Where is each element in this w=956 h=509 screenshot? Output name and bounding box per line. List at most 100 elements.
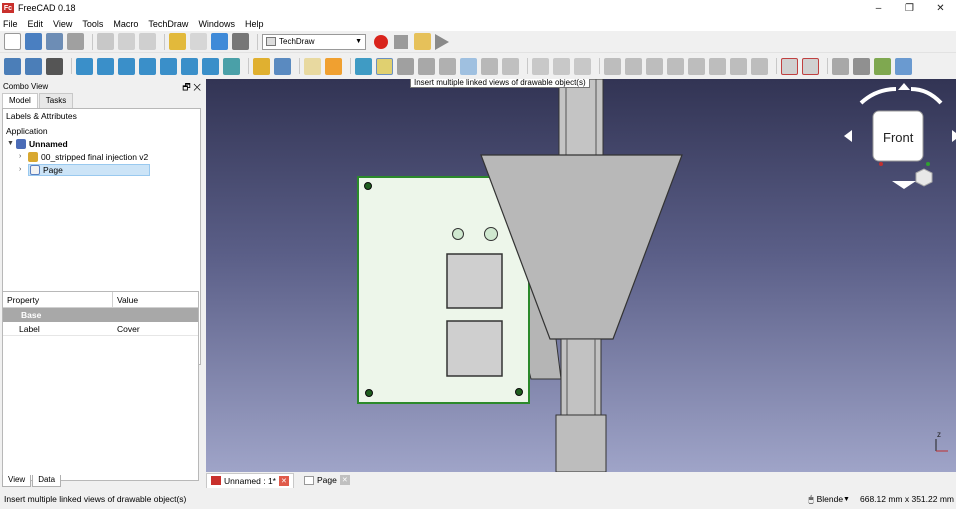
cut-icon[interactable] [97, 33, 114, 50]
arch-view-icon[interactable] [481, 57, 498, 75]
export-dxf-icon[interactable] [802, 57, 819, 75]
navigation-style-selector[interactable]: 🖱 Blende ▼ [808, 494, 850, 505]
nav-rotate-left-icon[interactable] [859, 87, 897, 105]
symbol-icon[interactable] [874, 57, 891, 75]
measure-icon[interactable] [223, 57, 240, 75]
view-left-icon[interactable] [202, 57, 219, 75]
menu-tools[interactable]: Tools [82, 19, 103, 29]
length-dimension-icon[interactable] [604, 57, 621, 75]
redo-icon[interactable] [190, 33, 207, 50]
open-file-icon[interactable] [25, 33, 42, 50]
close-icon[interactable]: ✕ [339, 475, 350, 485]
view-isometric-icon[interactable] [76, 57, 93, 75]
menu-help[interactable]: Help [245, 19, 264, 29]
tab-tasks[interactable]: Tasks [38, 93, 74, 108]
undo-icon[interactable] [169, 33, 186, 50]
projection-group-icon[interactable] [397, 57, 414, 75]
paste-icon[interactable] [139, 33, 156, 50]
menu-file[interactable]: File [3, 19, 18, 29]
3d-viewport[interactable]: Front z Insert multiple linked views of … [206, 79, 956, 472]
detail-view-icon[interactable] [439, 57, 456, 75]
vertical-dimension-icon[interactable] [646, 57, 663, 75]
chevron-right-icon[interactable]: › [19, 166, 28, 173]
nav-arrow-up-icon[interactable] [898, 83, 910, 90]
view-front-icon[interactable] [97, 57, 114, 75]
image-icon[interactable] [895, 57, 912, 75]
group-icon[interactable] [274, 57, 291, 75]
copy-icon[interactable] [118, 33, 135, 50]
nav-cube-mini-icon[interactable] [915, 168, 933, 187]
export-svg-icon[interactable] [781, 57, 798, 75]
clip-group-icon[interactable] [532, 57, 549, 75]
save-icon[interactable] [46, 33, 63, 50]
draw-style-icon[interactable] [46, 57, 63, 75]
tab-model[interactable]: Model [2, 93, 38, 108]
clip-add-icon[interactable] [553, 57, 570, 75]
view-bottom-icon[interactable] [181, 57, 198, 75]
clip-remove-icon[interactable] [574, 57, 591, 75]
whats-this-icon[interactable] [232, 33, 249, 50]
view-rear-icon[interactable] [160, 57, 177, 75]
property-column-header[interactable]: Property [3, 292, 113, 307]
macro-record-icon[interactable] [374, 34, 388, 49]
tab-data[interactable]: Data [32, 475, 62, 487]
doc-tab-unnamed[interactable]: Unnamed : 1* ✕ [206, 472, 294, 488]
square-cutout[interactable] [446, 320, 503, 377]
refresh-icon[interactable] [211, 33, 228, 50]
macro-run-icon[interactable] [435, 33, 449, 50]
horizontal-dimension-icon[interactable] [625, 57, 642, 75]
shaft-collar[interactable] [555, 414, 607, 472]
nav-arrow-left-icon[interactable] [844, 130, 852, 142]
insert-view-icon[interactable] [355, 57, 372, 75]
nav-arrow-right-icon[interactable] [952, 130, 956, 142]
tree-item-stripped-injection[interactable]: › 00_stripped final injection v2 [3, 150, 200, 163]
workbench-selector[interactable]: TechDraw ▼ [262, 33, 366, 50]
tree-item-page[interactable]: › Page [3, 163, 200, 176]
macro-edit-icon[interactable] [414, 33, 431, 50]
chevron-right-icon[interactable]: › [19, 153, 28, 160]
geometric-hatch-icon[interactable] [853, 57, 870, 75]
chevron-down-icon[interactable]: ▼ [7, 140, 16, 147]
new-file-icon[interactable] [4, 33, 21, 50]
insert-page-icon[interactable] [304, 57, 321, 75]
nav-arrow-down-icon[interactable] [892, 181, 916, 189]
close-icon[interactable]: ✕ [278, 475, 289, 486]
close-panel-icon[interactable]: ✕ [193, 82, 201, 92]
close-button[interactable]: ✕ [925, 0, 956, 16]
hatch-icon[interactable] [832, 57, 849, 75]
insert-template-icon[interactable] [325, 57, 342, 75]
menu-macro[interactable]: Macro [113, 19, 138, 29]
selected-page-row[interactable]: Page [28, 163, 150, 176]
maximize-button[interactable]: ❐ [894, 0, 925, 16]
fit-all-icon[interactable] [4, 57, 21, 75]
macro-stop-icon[interactable] [394, 34, 408, 49]
square-cutout[interactable] [446, 253, 503, 309]
undock-icon[interactable]: 🗗 [182, 82, 190, 92]
fit-selection-icon[interactable] [25, 57, 42, 75]
view-right-icon[interactable] [139, 57, 156, 75]
part-icon[interactable] [253, 57, 270, 75]
radius-dimension-icon[interactable] [667, 57, 684, 75]
tree-item-unnamed[interactable]: ▼ Unnamed [3, 137, 200, 150]
property-row[interactable]: Label Cover [3, 322, 198, 336]
section-view-icon[interactable] [418, 57, 435, 75]
diameter-dimension-icon[interactable] [688, 57, 705, 75]
insert-multi-view-icon[interactable] [376, 57, 393, 75]
doc-tab-page[interactable]: Page ✕ [300, 473, 354, 488]
angle-3pt-dimension-icon[interactable] [730, 57, 747, 75]
tab-view[interactable]: View [2, 475, 32, 487]
property-value[interactable]: Cover [113, 322, 140, 335]
draft-view-icon[interactable] [460, 57, 477, 75]
print-icon[interactable] [67, 33, 84, 50]
nav-rotate-right-icon[interactable] [910, 87, 943, 105]
spreadsheet-view-icon[interactable] [502, 57, 519, 75]
angle-dimension-icon[interactable] [709, 57, 726, 75]
link-dimension-icon[interactable] [751, 57, 768, 75]
view-top-icon[interactable] [118, 57, 135, 75]
minimize-button[interactable]: – [863, 0, 894, 16]
menu-techdraw[interactable]: TechDraw [148, 19, 188, 29]
menu-edit[interactable]: Edit [28, 19, 44, 29]
menu-view[interactable]: View [53, 19, 72, 29]
menu-windows[interactable]: Windows [198, 19, 235, 29]
value-column-header[interactable]: Value [113, 292, 138, 307]
